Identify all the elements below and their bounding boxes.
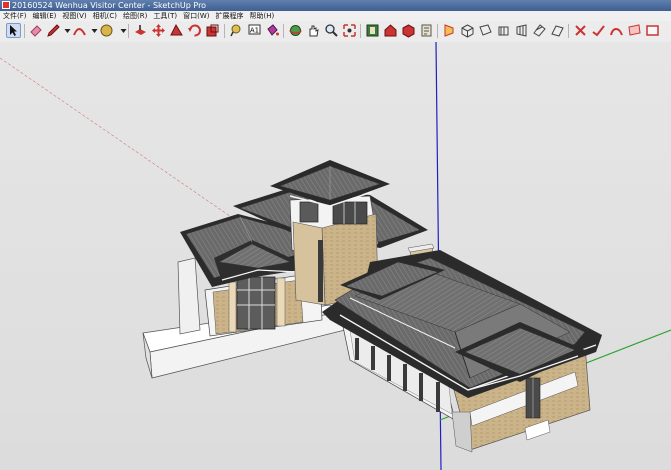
shaded-icon[interactable]: [609, 23, 624, 38]
style-icon[interactable]: [419, 23, 434, 38]
rotate-icon[interactable]: [99, 23, 114, 38]
iso-view-icon[interactable]: [460, 23, 475, 38]
scale-icon[interactable]: [205, 23, 220, 38]
hidden-line-icon[interactable]: [591, 23, 606, 38]
left-view-icon[interactable]: [550, 23, 565, 38]
menu-help[interactable]: 帮助(H): [246, 11, 277, 21]
dropdown-icon[interactable]: [87, 23, 98, 38]
dropdown-icon[interactable]: [116, 23, 127, 38]
section-plane-icon[interactable]: [442, 23, 457, 38]
sketchup-app-icon: [2, 1, 10, 9]
toolbar-separator: [360, 24, 361, 38]
model-canvas[interactable]: [0, 42, 671, 470]
texture-icon[interactable]: [627, 23, 642, 38]
warehouse-icon[interactable]: [383, 23, 398, 38]
pencil-icon[interactable]: [46, 23, 61, 38]
toolbar-separator: [224, 24, 225, 38]
front-view-icon[interactable]: [496, 23, 511, 38]
back-view-icon[interactable]: [532, 23, 547, 38]
extension-icon[interactable]: [401, 23, 416, 38]
menu-extensions[interactable]: 扩展程序: [212, 11, 246, 21]
select-icon[interactable]: [6, 23, 21, 38]
right-view-icon[interactable]: [514, 23, 529, 38]
move-icon[interactable]: [151, 23, 166, 38]
menu-file[interactable]: 文件(F): [0, 11, 30, 21]
tape-measure-icon[interactable]: [229, 23, 244, 38]
pan-icon[interactable]: [306, 23, 321, 38]
menu-camera[interactable]: 相机(C): [90, 11, 120, 21]
menu-window[interactable]: 窗口(W): [180, 11, 212, 21]
menu-draw[interactable]: 绘图(R): [120, 11, 150, 21]
rotate-tool-icon[interactable]: [187, 23, 202, 38]
paint-bucket-icon[interactable]: [265, 23, 280, 38]
arc-icon[interactable]: [72, 23, 87, 38]
toolbar-separator: [568, 24, 569, 38]
toolbar-separator: [437, 24, 438, 38]
dropdown-icon[interactable]: [60, 23, 71, 38]
zoom-extents-icon[interactable]: [342, 23, 357, 38]
orbit-icon[interactable]: [288, 23, 303, 38]
component-icon[interactable]: [365, 23, 380, 38]
menu-bar: 文件(F) 编辑(E) 视图(V) 相机(C) 绘图(R) 工具(T) 窗口(W) 扩展程序帮…: [0, 11, 671, 21]
monochrome-icon[interactable]: [645, 23, 660, 38]
toolbar-separator: [283, 24, 284, 38]
main-toolbar: A1: [0, 21, 671, 43]
menu-tools[interactable]: 工具(T): [150, 11, 180, 21]
top-view-icon[interactable]: [478, 23, 493, 38]
zoom-icon[interactable]: [324, 23, 339, 38]
follow-me-icon[interactable]: [169, 23, 184, 38]
push-pull-icon[interactable]: [133, 23, 148, 38]
eraser-icon[interactable]: [28, 23, 43, 38]
toolbar-separator: [24, 24, 25, 38]
modeling-viewport[interactable]: [0, 42, 671, 470]
xray-icon[interactable]: [573, 23, 588, 38]
title-bar: 20160524 Wenhua Visitor Center - SketchU…: [0, 0, 671, 11]
window-title: 20160524 Wenhua Visitor Center - SketchU…: [12, 1, 207, 10]
svg-text:A1: A1: [250, 27, 259, 35]
toolbar-separator: [128, 24, 129, 38]
menu-view[interactable]: 视图(V): [59, 11, 89, 21]
text-icon[interactable]: A1: [247, 23, 262, 38]
menu-edit[interactable]: 编辑(E): [30, 11, 60, 21]
